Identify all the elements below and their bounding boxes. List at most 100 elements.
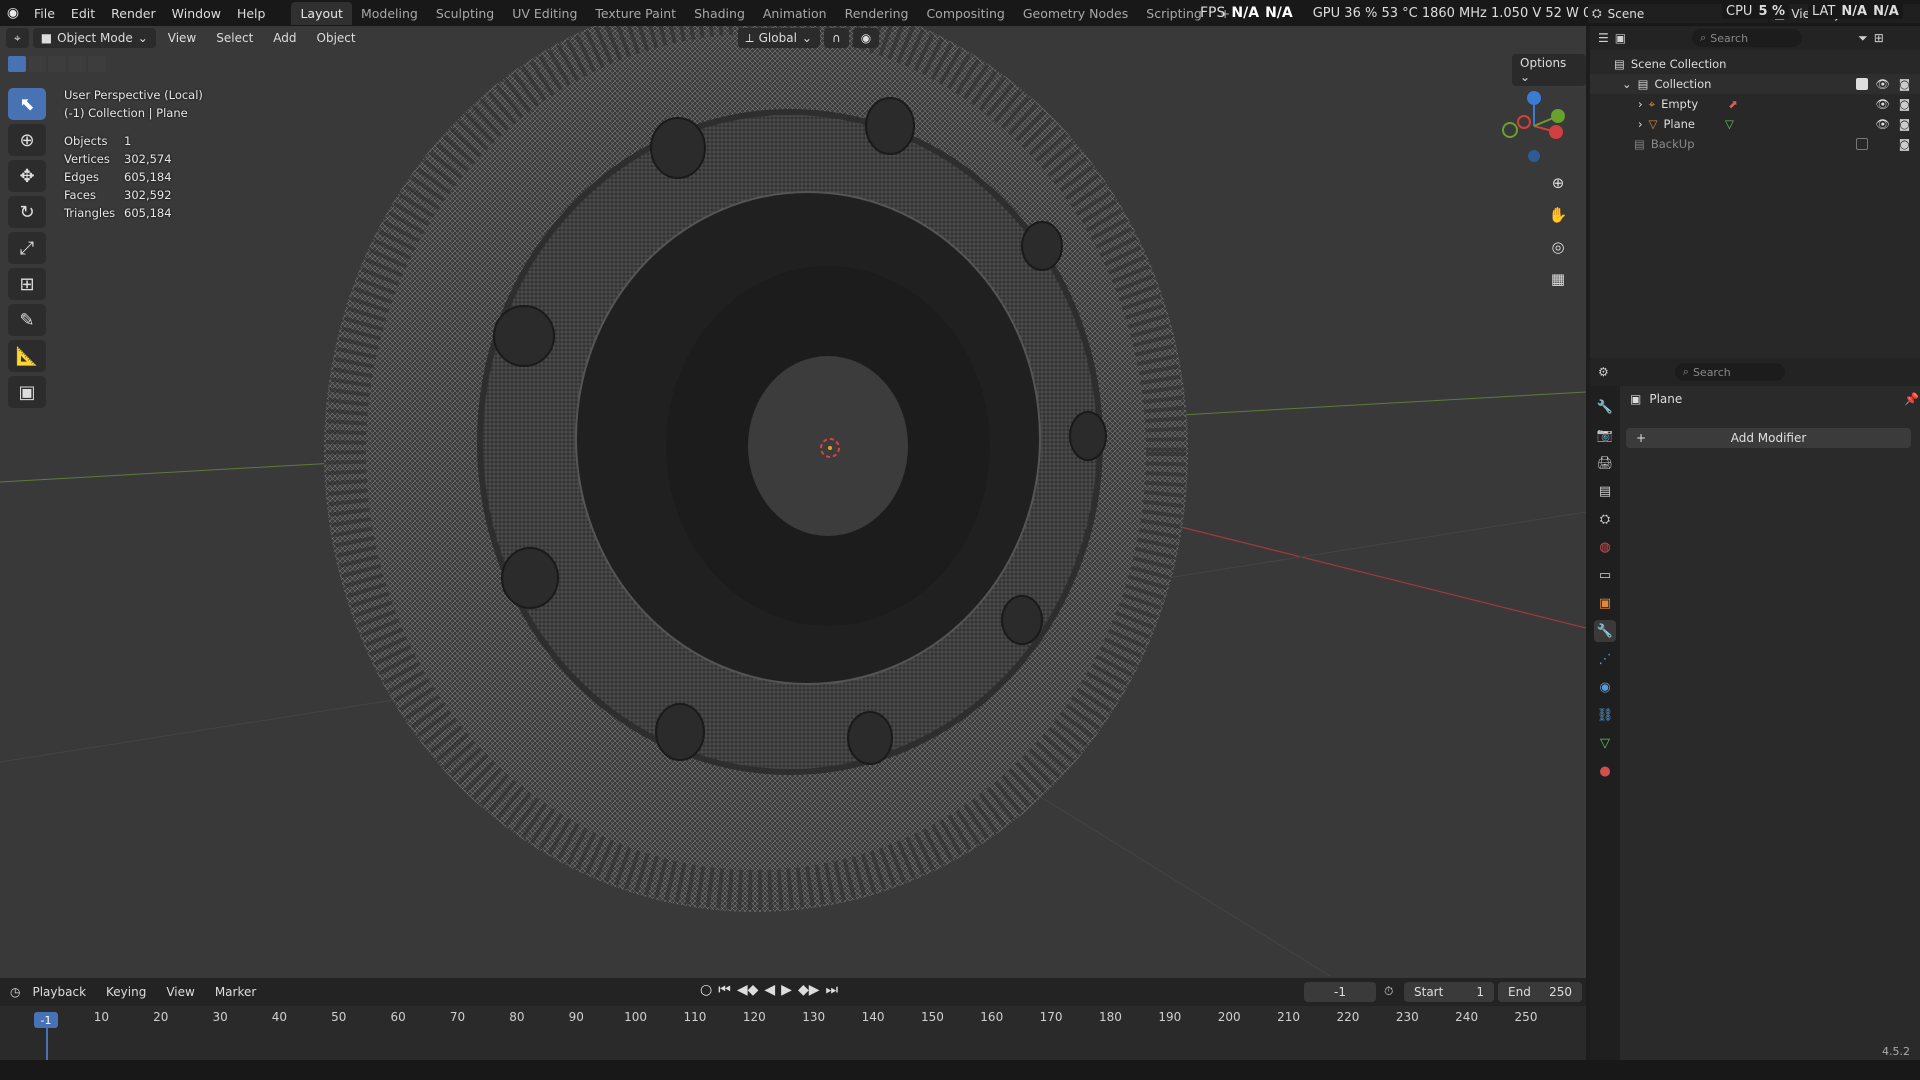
viewport-menu-view[interactable]: View xyxy=(160,29,204,47)
timeline-menu-marker[interactable]: Marker xyxy=(207,983,264,1001)
select-subtract-button[interactable] xyxy=(48,56,66,72)
camera-icon[interactable]: ◙ xyxy=(1899,137,1910,151)
jump-end-icon[interactable]: ⏭ xyxy=(825,982,838,998)
camera-icon[interactable]: ◙ xyxy=(1899,77,1910,91)
navigation-gizmo[interactable] xyxy=(1494,86,1574,166)
render-icon[interactable]: 📷 xyxy=(1594,424,1616,446)
playhead-label[interactable]: -1 xyxy=(34,1012,58,1028)
menu-window[interactable]: Window xyxy=(164,6,229,21)
tree-row-plane[interactable]: › ▽ Plane ▽ 👁 ◙ xyxy=(1590,114,1920,134)
tab-compositing[interactable]: Compositing xyxy=(917,2,1013,25)
scale-tool[interactable]: ⤢ xyxy=(8,232,46,264)
camera-icon[interactable]: ◙ xyxy=(1899,97,1910,111)
eye-icon[interactable]: 👁 xyxy=(1875,77,1890,91)
viewport-menu-add[interactable]: Add xyxy=(265,29,304,47)
play-reverse-icon[interactable]: ◀ xyxy=(764,982,775,998)
properties-search-input[interactable]: ⌕ Search xyxy=(1674,363,1785,381)
filter-icon[interactable]: ⏷ xyxy=(1858,31,1868,46)
tab-animation[interactable]: Animation xyxy=(754,2,836,25)
options-dropdown[interactable]: Options ⌄ xyxy=(1512,54,1586,86)
play-icon[interactable]: ▶ xyxy=(781,982,792,998)
new-collection-icon[interactable]: ⊞ xyxy=(1874,31,1884,45)
tab-shading[interactable]: Shading xyxy=(685,2,754,25)
viewport-menu-object[interactable]: Object xyxy=(309,29,364,47)
snapping-toggle[interactable]: ∩ xyxy=(823,28,849,48)
frame-ruler[interactable]: 10 20 30 40 50 60 70 80 90 100 110 120 130 140 150 160 1… xyxy=(0,1010,1586,1030)
select-intersect-button[interactable] xyxy=(88,56,106,72)
tree-row-empty[interactable]: › ⌖ Empty ⬈ 👁 ◙ xyxy=(1590,94,1920,114)
mode-selector[interactable]: ■ Object Mode ⌄ xyxy=(32,28,156,48)
transform-orientation[interactable]: ⟂ Global ⌄ xyxy=(737,28,820,48)
next-keyframe-icon[interactable]: ◆▶ xyxy=(798,982,820,998)
pan-hand-icon[interactable]: ✋ xyxy=(1544,202,1572,228)
tab-geometry-nodes[interactable]: Geometry Nodes xyxy=(1014,2,1137,25)
timeline-menu-view[interactable]: View xyxy=(158,983,202,1001)
blender-logo-icon[interactable]: ◉ xyxy=(0,0,26,26)
tab-rendering[interactable]: Rendering xyxy=(836,2,918,25)
annotate-tool[interactable]: ✎ xyxy=(8,304,46,336)
physics-icon[interactable]: ◉ xyxy=(1594,676,1616,698)
tree-row-backup[interactable]: ▤ BackUp ◙ xyxy=(1590,134,1920,154)
add-modifier-button[interactable]: + Add Modifier xyxy=(1626,428,1911,448)
select-new-button[interactable] xyxy=(8,56,26,72)
filter-display-icon[interactable]: ▣ xyxy=(1615,31,1626,45)
exclude-checkbox[interactable] xyxy=(1856,78,1868,90)
rotate-tool[interactable]: ↻ xyxy=(8,196,46,228)
expand-arrow-icon[interactable]: › xyxy=(1638,97,1643,111)
start-frame-field[interactable]: Start 1 xyxy=(1404,982,1494,1002)
3d-viewport[interactable]: ⌖ ■ Object Mode ⌄ View Select Add Object… xyxy=(0,26,1586,978)
end-frame-field[interactable]: End 250 xyxy=(1498,982,1582,1002)
collection-icon[interactable]: ▭ xyxy=(1594,564,1616,586)
constraints-icon[interactable]: ⛓ xyxy=(1594,704,1616,726)
expand-arrow-icon[interactable]: ⌄ xyxy=(1622,77,1632,91)
viewport-menu-select[interactable]: Select xyxy=(208,29,261,47)
zoom-icon[interactable]: ⊕ xyxy=(1544,170,1572,196)
outliner-search-input[interactable]: ⌕ Search xyxy=(1692,29,1803,47)
outliner-editor-icon[interactable]: ☰ xyxy=(1598,31,1609,45)
world-icon[interactable]: ◍ xyxy=(1594,536,1616,558)
select-invert-button[interactable] xyxy=(68,56,86,72)
stopwatch-icon[interactable]: ⏱ xyxy=(1384,984,1393,999)
clock-icon[interactable]: ◷ xyxy=(10,985,20,999)
record-icon[interactable]: ○ xyxy=(700,982,712,998)
eye-icon[interactable]: 👁 xyxy=(1875,117,1890,131)
tab-uv-editing[interactable]: UV Editing xyxy=(503,2,586,25)
grid-ortho-icon[interactable]: ▦ xyxy=(1544,266,1572,292)
prev-keyframe-icon[interactable]: ◀◆ xyxy=(737,982,759,998)
menu-help[interactable]: Help xyxy=(229,6,274,21)
object-icon[interactable]: ▣ xyxy=(1594,592,1616,614)
menu-file[interactable]: File xyxy=(26,6,63,21)
add-cube-tool[interactable]: ▣ xyxy=(8,376,46,408)
pin-icon[interactable]: 📌 xyxy=(1904,392,1919,406)
tab-layout[interactable]: Layout xyxy=(291,1,352,25)
select-box-tool[interactable]: ⬉ xyxy=(8,88,46,120)
menu-render[interactable]: Render xyxy=(103,6,164,21)
camera-icon[interactable]: ◙ xyxy=(1899,117,1910,131)
tab-texture-paint[interactable]: Texture Paint xyxy=(586,2,685,25)
outliner[interactable]: ☰ ▣ ⌕ Search ⏷ ⊞ ▤ Scene Collection ⌄ ▤ … xyxy=(1590,26,1920,358)
move-tool[interactable]: ✥ xyxy=(8,160,46,192)
particles-icon[interactable]: ⋰ xyxy=(1594,648,1616,670)
tree-row-collection[interactable]: ⌄ ▤ Collection 👁 ◙ xyxy=(1590,74,1920,94)
eye-icon[interactable]: 👁 xyxy=(1875,97,1890,111)
proportional-edit-toggle[interactable]: ◉ xyxy=(852,28,880,48)
tree-row-scene-collection[interactable]: ▤ Scene Collection xyxy=(1590,54,1920,74)
cursor-tool[interactable]: ⊕ xyxy=(8,124,46,156)
camera-view-icon[interactable]: ◎ xyxy=(1544,234,1572,260)
properties-editor[interactable]: ⚙ ⌕ Search 🔧 📷 🖨 ▤ ⛭ ◍ ▭ ▣ 🔧 ⋰ ◉ ⛓ ▽ ● ▣… xyxy=(1590,358,1920,1060)
exclude-checkbox[interactable] xyxy=(1856,138,1868,150)
select-extend-button[interactable] xyxy=(28,56,46,72)
menu-edit[interactable]: Edit xyxy=(63,6,103,21)
mesh-data-icon[interactable]: ▽ xyxy=(1594,732,1616,754)
modifier-wrench-icon[interactable]: 🔧 xyxy=(1594,620,1616,642)
properties-editor-icon[interactable]: ⚙ xyxy=(1598,365,1609,379)
tab-modeling[interactable]: Modeling xyxy=(352,2,427,25)
view-layer-icon[interactable]: ▤ xyxy=(1594,480,1616,502)
jump-start-icon[interactable]: ⏮ xyxy=(718,982,731,998)
tool-icon[interactable]: 🔧 xyxy=(1594,396,1616,418)
scene-icon[interactable]: ⛭ xyxy=(1594,508,1616,530)
output-icon[interactable]: 🖨 xyxy=(1594,452,1616,474)
timeline-menu-playback[interactable]: Playback xyxy=(24,983,94,1001)
current-frame-field[interactable]: -1 xyxy=(1304,982,1376,1002)
measure-tool[interactable]: 📐 xyxy=(8,340,46,372)
